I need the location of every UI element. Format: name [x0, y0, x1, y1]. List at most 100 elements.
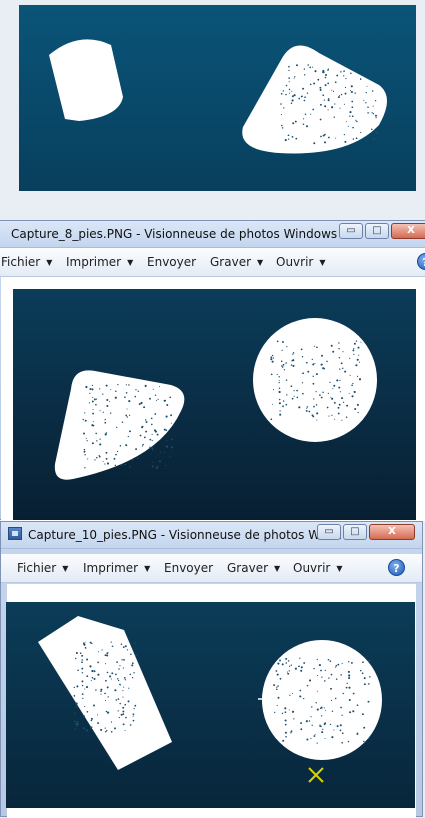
- speckle-dot: [355, 364, 358, 367]
- speckle-dot: [341, 367, 344, 370]
- speckle-dot: [151, 465, 154, 468]
- speckle-dot: [95, 403, 97, 406]
- speckle-dot: [92, 421, 94, 423]
- speckle-dot: [313, 82, 316, 85]
- speckle-dot: [327, 82, 330, 85]
- speckle-dot: [104, 699, 107, 701]
- speckle-dot: [299, 695, 302, 698]
- speckle-dot: [374, 100, 377, 102]
- speckle-dot: [133, 707, 135, 710]
- speckle-dot: [322, 69, 325, 73]
- menu-graver[interactable]: Graver ▼: [227, 561, 280, 575]
- speckle-dot: [90, 717, 93, 720]
- speckle-dot: [94, 459, 96, 461]
- speckle-dot: [105, 432, 108, 434]
- speckle-dot: [271, 403, 273, 405]
- speckle-dot: [109, 412, 112, 414]
- speckle-dot: [361, 672, 364, 675]
- speckle-dot: [342, 401, 345, 404]
- top-photo-canvas: [19, 5, 416, 191]
- speckle-dot: [299, 689, 302, 692]
- speckle-dot: [345, 686, 348, 689]
- speckle-dot: [107, 652, 109, 654]
- speckle-dot: [111, 672, 114, 675]
- speckle-dot: [306, 406, 309, 408]
- title-bar[interactable]: Capture_8_pies.PNG - Visionneuse de phot…: [0, 221, 425, 248]
- speckle-dot: [73, 695, 76, 697]
- speckle-dot: [101, 649, 103, 651]
- speckle-dot: [74, 720, 76, 723]
- speckle-dot: [271, 354, 274, 357]
- speckle-dot: [110, 730, 113, 733]
- speckle-dot: [128, 414, 131, 416]
- speckle-dot: [144, 385, 147, 388]
- speckle-dot: [320, 669, 322, 672]
- menu-ouvrir[interactable]: Ouvrir ▼: [293, 561, 343, 575]
- speckle-dot: [327, 69, 329, 71]
- menu-envoyer[interactable]: Envoyer: [147, 255, 196, 269]
- speckle-dot: [290, 732, 292, 734]
- maximize-button[interactable]: □: [365, 223, 389, 239]
- menu-graver[interactable]: Graver ▼: [210, 255, 263, 269]
- speckle-dot: [81, 661, 83, 664]
- speckle-dot: [84, 706, 86, 708]
- close-button[interactable]: X: [369, 524, 415, 540]
- speckle-dot: [288, 670, 290, 672]
- speckle-dot: [97, 661, 99, 664]
- speckle-dot: [153, 429, 157, 432]
- speckle-dot: [356, 704, 359, 707]
- menu-imprimer[interactable]: Imprimer ▼: [66, 255, 133, 269]
- chevron-down-icon: ▼: [144, 564, 151, 573]
- speckle-dot: [165, 464, 167, 466]
- speckle-dot: [85, 686, 89, 689]
- help-icon[interactable]: ?: [417, 253, 425, 270]
- speckle-dot: [124, 730, 126, 732]
- speckle-dot: [127, 700, 130, 703]
- speckle-dot: [356, 403, 359, 406]
- speckle-dot: [104, 463, 106, 465]
- speckle-dot: [344, 370, 347, 373]
- speckle-dot: [302, 372, 304, 375]
- minimize-button[interactable]: ▭: [339, 223, 363, 239]
- speckle-dot: [107, 696, 109, 698]
- speckle-dot: [277, 696, 280, 699]
- speckle-dot: [106, 404, 109, 408]
- maximize-button[interactable]: □: [343, 524, 367, 540]
- speckle-dot: [104, 418, 106, 421]
- speckle-dot: [293, 390, 295, 392]
- speckle-dot: [135, 389, 137, 391]
- speckle-dot: [116, 678, 119, 680]
- speckle-dot: [104, 433, 107, 436]
- speckle-dot: [76, 685, 79, 688]
- speckle-dot: [152, 461, 154, 463]
- chevron-down-icon: ▼: [127, 258, 134, 267]
- speckle-dot: [330, 396, 332, 398]
- speckle-dot: [86, 710, 89, 713]
- menu-envoyer[interactable]: Envoyer: [164, 561, 213, 575]
- speckle-dot: [337, 412, 340, 415]
- speckle-dot: [273, 684, 276, 687]
- menu-fichier[interactable]: Fichier ▼: [17, 561, 68, 575]
- speckle-dot: [324, 669, 326, 672]
- speckle-dot: [332, 350, 335, 353]
- speckle-dot: [296, 396, 299, 399]
- menu-ouvrir[interactable]: Ouvrir ▼: [276, 255, 326, 269]
- speckle-dot: [126, 416, 128, 418]
- speckle-dot: [118, 716, 120, 719]
- menu-fichier[interactable]: Fichier ▼: [1, 255, 52, 269]
- speckle-dot: [290, 385, 293, 388]
- close-button[interactable]: X: [391, 223, 425, 239]
- speckle-dot: [306, 407, 308, 409]
- speckle-dot: [301, 356, 304, 358]
- speckle-dot: [347, 740, 350, 743]
- title-bar[interactable]: Capture_10_pies.PNG - Visionneuse de pho…: [1, 522, 422, 549]
- speckle-dot: [360, 341, 362, 343]
- chevron-down-icon: ▼: [46, 258, 53, 267]
- speckle-dot: [116, 661, 118, 663]
- menu-imprimer[interactable]: Imprimer ▼: [83, 561, 150, 575]
- speckle-dot: [291, 397, 294, 400]
- minimize-button[interactable]: ▭: [317, 524, 341, 540]
- speckle-dot: [128, 384, 130, 386]
- help-icon[interactable]: ?: [388, 559, 405, 576]
- menu-fichier-label: Fichier: [17, 561, 57, 575]
